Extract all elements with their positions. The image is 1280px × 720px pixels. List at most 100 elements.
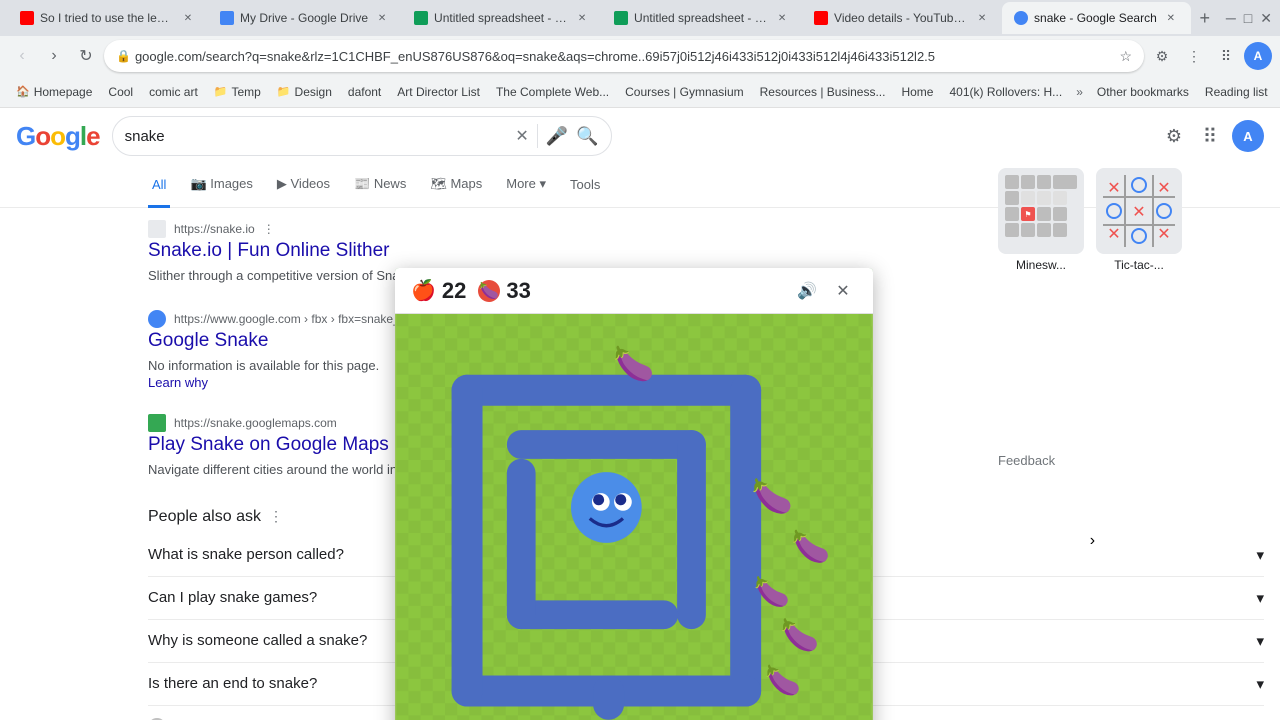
svg-text:🍆: 🍆 bbox=[781, 617, 820, 653]
back-button[interactable]: ‹ bbox=[8, 42, 36, 70]
svg-text:🍆: 🍆 bbox=[752, 476, 793, 515]
bookmark-temp[interactable]: 📁 Temp bbox=[206, 83, 269, 101]
bookmarks-more-button[interactable]: » bbox=[1070, 83, 1089, 101]
tab-close-yt[interactable]: ✕ bbox=[180, 10, 196, 26]
close-window-button[interactable]: ✕ bbox=[1260, 10, 1272, 27]
game-sound-button[interactable]: 🔊 bbox=[793, 277, 821, 305]
search-nav-maps[interactable]: 🗺 Maps bbox=[426, 164, 486, 208]
bookmark-homepage[interactable]: 🏠 Homepage bbox=[8, 83, 100, 101]
search-nav-tools[interactable]: Tools bbox=[566, 164, 604, 208]
bookmark-design-label: Design bbox=[295, 85, 332, 99]
bookmark-homepage-label: Homepage bbox=[34, 85, 93, 99]
result-snakeio-favicon bbox=[148, 220, 166, 238]
tab-title-snake: snake - Google Search bbox=[1034, 11, 1157, 25]
settings-icon[interactable]: ⚙ bbox=[1148, 42, 1176, 70]
paa-more-icon[interactable]: ⋮ bbox=[269, 508, 283, 525]
tab-close-video[interactable]: ✕ bbox=[974, 10, 990, 26]
search-nav-all[interactable]: All bbox=[148, 164, 170, 208]
bookmark-401k[interactable]: 401(k) Rollovers: H... bbox=[941, 83, 1070, 101]
google-search-icon[interactable]: 🔍 bbox=[576, 126, 598, 147]
tab-title-yt: So I tried to use the level edit... bbox=[40, 11, 174, 25]
svg-text:🍆: 🍆 bbox=[792, 528, 831, 564]
svg-text:🍆: 🍆 bbox=[765, 663, 801, 697]
tab-youtube[interactable]: So I tried to use the level edit... ✕ bbox=[8, 2, 208, 34]
bookmark-resources-label: Resources | Business... bbox=[760, 85, 886, 99]
bookmark-comicart[interactable]: comic art bbox=[141, 83, 206, 101]
tab-sheet2[interactable]: Untitled spreadsheet - Googl... ✕ bbox=[602, 2, 802, 34]
tab-video[interactable]: Video details - YouTube Stud... ✕ bbox=[802, 2, 1002, 34]
game-canvas[interactable]: 🍆 🍆 🍆 🍆 🍆 🍆 bbox=[395, 314, 873, 720]
bookmark-artdirector[interactable]: Art Director List bbox=[389, 83, 488, 101]
bookmark-design[interactable]: 📁 Design bbox=[269, 83, 340, 101]
tab-favicon-sheet1 bbox=[414, 11, 428, 25]
bookmark-home[interactable]: Home bbox=[893, 83, 941, 101]
header-profile-icon[interactable]: A bbox=[1232, 120, 1264, 152]
tab-drive[interactable]: My Drive - Google Drive ✕ bbox=[208, 2, 402, 34]
maximize-button[interactable]: □ bbox=[1244, 10, 1252, 26]
tab-title-drive: My Drive - Google Drive bbox=[240, 11, 368, 25]
expand-panel-button[interactable]: › bbox=[1090, 532, 1095, 550]
bookmark-temp-label: Temp bbox=[232, 85, 261, 99]
header-settings-icon[interactable]: ⚙ bbox=[1160, 122, 1188, 150]
address-input-wrap[interactable]: 🔒 google.com/search?q=snake&rlz=1C1CHBF_… bbox=[104, 40, 1144, 72]
right-panel: ⚑ Minesw... bbox=[990, 152, 1260, 272]
tictactoe-svg: ✕ ✕ ✕ ✕ ✕ bbox=[1099, 171, 1179, 251]
browser-chrome: So I tried to use the level edit... ✕ My… bbox=[0, 0, 1280, 108]
tab-close-sheet2[interactable]: ✕ bbox=[774, 10, 790, 26]
voice-search-icon[interactable]: 🎤 bbox=[546, 126, 568, 147]
svg-text:✕: ✕ bbox=[1157, 226, 1170, 243]
address-star-icon[interactable]: ☆ bbox=[1119, 48, 1132, 65]
forward-button[interactable]: › bbox=[40, 42, 68, 70]
search-nav-more[interactable]: More ▾ bbox=[502, 164, 550, 208]
result-snakeio-more-icon[interactable]: ⋮ bbox=[263, 222, 275, 236]
bookmark-resources[interactable]: Resources | Business... bbox=[752, 83, 894, 101]
design-icon: 📁 bbox=[277, 85, 291, 98]
svg-text:✕: ✕ bbox=[1157, 180, 1170, 197]
minesweeper-thumbnail: ⚑ bbox=[998, 168, 1084, 254]
minesweeper-card[interactable]: ⚑ Minesw... bbox=[998, 168, 1084, 272]
paa-expand-icon-1: ▾ bbox=[1256, 589, 1264, 607]
feedback-link[interactable]: Feedback bbox=[998, 449, 1055, 472]
bookmark-other-label: Other bookmarks bbox=[1097, 85, 1189, 99]
apps-icon[interactable]: ⠿ bbox=[1212, 42, 1240, 70]
new-tab-button[interactable]: + bbox=[1191, 4, 1219, 32]
svg-text:✕: ✕ bbox=[1132, 204, 1145, 221]
game-close-button[interactable]: ✕ bbox=[829, 277, 857, 305]
header-apps-icon[interactable]: ⠿ bbox=[1196, 122, 1224, 150]
games-panel: ⚑ Minesw... bbox=[990, 168, 1260, 272]
game-controls: 🔊 ✕ bbox=[793, 277, 857, 305]
google-logo: Google bbox=[16, 121, 100, 152]
search-nav-images[interactable]: 📷 Images bbox=[186, 164, 256, 208]
tictactoe-thumbnail: ✕ ✕ ✕ ✕ ✕ bbox=[1096, 168, 1182, 254]
search-clear-icon[interactable]: ✕ bbox=[515, 126, 528, 146]
homepage-icon: 🏠 bbox=[16, 85, 30, 98]
header-right: ⚙ ⠿ A bbox=[1160, 120, 1264, 152]
google-search-page: Google snake ✕ 🎤 🔍 ⚙ ⠿ A All 📷 Images ▶ … bbox=[0, 108, 1280, 720]
minimize-button[interactable]: ─ bbox=[1226, 10, 1236, 26]
bookmark-dafont[interactable]: dafont bbox=[340, 83, 389, 101]
bookmark-readinglist[interactable]: Reading list bbox=[1197, 83, 1276, 101]
profile-icon[interactable]: A bbox=[1244, 42, 1272, 70]
tab-sheet1[interactable]: Untitled spreadsheet - Googl... ✕ bbox=[402, 2, 602, 34]
address-text: google.com/search?q=snake&rlz=1C1CHBF_en… bbox=[135, 49, 935, 64]
tab-snake[interactable]: snake - Google Search ✕ bbox=[1002, 2, 1191, 34]
bookmark-other[interactable]: Other bookmarks bbox=[1089, 83, 1197, 101]
bookmark-courses[interactable]: Courses | Gymnasium bbox=[617, 83, 751, 101]
address-bar: ‹ › ↻ 🔒 google.com/search?q=snake&rlz=1C… bbox=[0, 36, 1280, 76]
tictactoe-card[interactable]: ✕ ✕ ✕ ✕ ✕ Tic-tac-... bbox=[1096, 168, 1182, 272]
extensions-icon[interactable]: ⋮ bbox=[1180, 42, 1208, 70]
tab-close-sheet1[interactable]: ✕ bbox=[574, 10, 590, 26]
reload-button[interactable]: ↻ bbox=[72, 42, 100, 70]
bookmark-completeweb[interactable]: The Complete Web... bbox=[488, 83, 617, 101]
tab-title-sheet2: Untitled spreadsheet - Googl... bbox=[634, 11, 768, 25]
tab-close-snake[interactable]: ✕ bbox=[1163, 10, 1179, 26]
svg-text:✕: ✕ bbox=[1107, 180, 1120, 197]
search-bar[interactable]: snake ✕ 🎤 🔍 bbox=[112, 116, 612, 156]
paa-expand-icon-3: ▾ bbox=[1256, 675, 1264, 693]
tab-close-drive[interactable]: ✕ bbox=[374, 10, 390, 26]
search-nav-news[interactable]: 📰 News bbox=[350, 164, 410, 208]
search-nav-videos[interactable]: ▶ Videos bbox=[273, 164, 334, 208]
tab-favicon-drive bbox=[220, 11, 234, 25]
tab-title-sheet1: Untitled spreadsheet - Googl... bbox=[434, 11, 568, 25]
bookmark-cool[interactable]: Cool bbox=[100, 83, 141, 101]
